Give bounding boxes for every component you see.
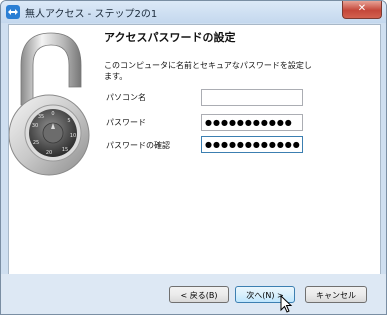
- svg-text:30: 30: [32, 123, 38, 129]
- teamviewer-icon: [6, 5, 20, 19]
- text-caret: [301, 139, 302, 150]
- svg-text:20: 20: [46, 150, 52, 156]
- button-bar: < 戻る(B) 次へ(N) > キャンセル: [1, 274, 386, 314]
- wizard-window: 無人アクセス - ステップ2の1 ✕ 0 5 10 15 20 25 30 35…: [0, 0, 387, 315]
- title-bar: 無人アクセス - ステップ2の1 ✕: [1, 1, 386, 23]
- page-heading: アクセスパスワードの設定: [104, 31, 236, 44]
- svg-text:25: 25: [33, 140, 39, 146]
- svg-text:0: 0: [51, 111, 54, 117]
- password-input[interactable]: ●●●●●●●●●●●: [201, 114, 303, 131]
- svg-text:10: 10: [70, 133, 76, 139]
- window-title: 無人アクセス - ステップ2の1: [25, 9, 158, 20]
- svg-text:35: 35: [38, 114, 44, 120]
- computer-name-input[interactable]: [201, 89, 303, 106]
- page-description: このコンピュータに名前とセキュアなパスワードを設定します。: [104, 61, 312, 81]
- combination-padlock-icon: 0 5 10 15 20 25 30 35: [9, 32, 90, 176]
- password-confirm-value: ●●●●●●●●●●●●: [205, 140, 301, 149]
- cancel-button[interactable]: キャンセル: [305, 286, 367, 303]
- password-confirm-label: パスワードの確認: [106, 141, 170, 150]
- password-confirm-input[interactable]: ●●●●●●●●●●●●: [201, 136, 303, 153]
- svg-text:5: 5: [67, 118, 70, 124]
- computer-name-label: パソコン名: [106, 93, 146, 102]
- content-panel: 0 5 10 15 20 25 30 35 アクセスパスワードの設定 このコンピ…: [8, 24, 381, 275]
- back-button[interactable]: < 戻る(B): [169, 286, 229, 303]
- svg-text:15: 15: [62, 147, 68, 153]
- close-button[interactable]: ✕: [342, 1, 382, 19]
- password-label: パスワード: [106, 118, 146, 127]
- mouse-pointer-icon: [280, 295, 293, 313]
